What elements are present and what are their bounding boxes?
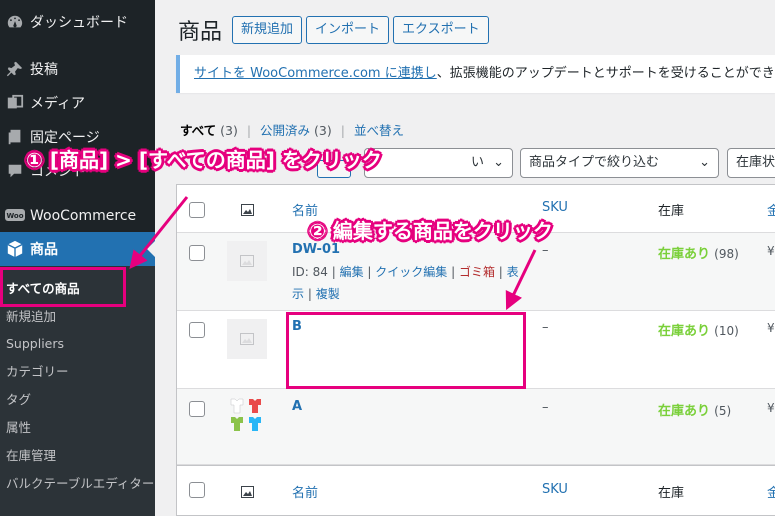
price-value: ¥ <box>767 321 775 335</box>
step2-callout: ② 編集する商品をクリック <box>309 219 553 243</box>
menu-dashboard-label: ダッシュボード <box>30 15 128 31</box>
import-button[interactable]: インポート <box>306 16 390 44</box>
image-placeholder-icon <box>240 333 254 345</box>
chevron-down-icon: ⌄ <box>699 155 710 170</box>
submenu-categories[interactable]: カテゴリー <box>6 361 69 383</box>
category-select[interactable]: い ⌄ <box>364 148 513 178</box>
cube-icon <box>0 240 30 258</box>
svg-text:Woo: Woo <box>6 212 23 220</box>
menu-media-label: メディア <box>30 96 86 112</box>
image-column-icon <box>241 483 254 502</box>
product-type-select[interactable]: 商品タイプで絞り込む ⌄ <box>520 148 719 178</box>
product-name-link[interactable]: DW-01 <box>292 242 340 257</box>
stock-qty: (98) <box>714 247 739 261</box>
stock-status: 在庫あり (98) <box>658 243 739 262</box>
table-row: DW-01 ID: 84 | 編集 | クイック編集 | ゴミ箱 | 表示 | … <box>177 233 775 311</box>
woocommerce-icon: Woo <box>0 208 30 224</box>
chevron-down-icon: ⌄ <box>493 155 504 170</box>
trash-link[interactable]: ゴミ箱 <box>459 265 495 279</box>
export-button[interactable]: エクスポート <box>393 16 489 44</box>
step1-callout: ① [商品] > [すべての商品] をクリック <box>26 148 382 172</box>
image-column-icon <box>241 201 254 220</box>
stock-label: 在庫あり <box>658 404 711 419</box>
quick-edit-link[interactable]: クイック編集 <box>375 265 447 279</box>
price-value: ¥ <box>767 244 775 258</box>
stock-status-select-value: 在庫状 <box>736 155 775 170</box>
woocommerce-connect-notice: サイトを WooCommerce.com に連携し、拡張機能のアップデートとサポ… <box>176 55 775 93</box>
column-price[interactable]: 金 <box>767 200 775 219</box>
image-placeholder-icon <box>240 255 254 267</box>
menu-posts[interactable]: 投稿 <box>0 52 155 86</box>
product-name-link[interactable]: A <box>292 399 302 414</box>
sku-value: – <box>542 400 549 415</box>
table-row: A – 在庫あり (5) ¥ <box>177 389 775 465</box>
filter-all[interactable]: すべて <box>180 123 216 138</box>
stock-qty: (5) <box>714 404 732 418</box>
connect-woocommerce-link[interactable]: サイトを WooCommerce.com に連携し <box>194 66 437 81</box>
add-new-button[interactable]: 新規追加 <box>232 16 303 44</box>
submenu-tags[interactable]: タグ <box>6 389 31 411</box>
stock-label: 在庫あり <box>658 324 711 339</box>
submenu-suppliers[interactable]: Suppliers <box>6 333 64 355</box>
filter-published[interactable]: 公開済み <box>260 123 310 138</box>
column-price[interactable]: 金 <box>767 482 775 501</box>
notice-text: 、拡張機能のアップデートとサポートを受けることができます <box>436 66 775 81</box>
price-value: ¥ <box>767 401 775 415</box>
submenu-add-new[interactable]: 新規追加 <box>6 306 56 328</box>
filter-all-count: (3) <box>220 123 238 138</box>
stock-status-select[interactable]: 在庫状 <box>727 148 775 178</box>
stock-status: 在庫あり (5) <box>658 400 731 419</box>
media-icon <box>0 94 30 112</box>
select-all-checkbox[interactable] <box>189 482 205 498</box>
gauge-icon <box>0 13 30 31</box>
menu-dashboard[interactable]: ダッシュボード <box>0 5 155 39</box>
stock-qty: (10) <box>714 324 739 338</box>
column-sku[interactable]: SKU <box>542 482 568 497</box>
filter-published-count: (3) <box>314 123 332 138</box>
stock-label: 在庫あり <box>658 247 711 262</box>
admin-sidebar: ダッシュボード 投稿 メディア 固定ページ コメント Woo WooCommer… <box>0 0 155 516</box>
filter-separator: | <box>246 123 252 138</box>
highlight-all-products <box>0 267 126 307</box>
product-type-select-value: 商品タイプで絞り込む <box>529 155 660 170</box>
filter-sort[interactable]: 並べ替え <box>354 123 404 138</box>
edit-link[interactable]: 編集 <box>340 265 364 279</box>
column-stock: 在庫 <box>658 204 685 219</box>
row-checkbox[interactable] <box>189 322 205 338</box>
pin-icon <box>0 60 30 78</box>
row-actions: ID: 84 | 編集 | クイック編集 | ゴミ箱 | 表示 | 複製 <box>292 265 519 301</box>
product-thumbnail[interactable] <box>227 241 267 281</box>
filter-separator: | <box>340 123 345 138</box>
menu-products-label: 商品 <box>30 242 58 258</box>
menu-products[interactable]: 商品 <box>0 232 155 266</box>
select-all-checkbox[interactable] <box>189 202 205 218</box>
row-checkbox[interactable] <box>189 401 205 417</box>
category-select-value: い <box>470 155 484 170</box>
menu-posts-label: 投稿 <box>30 62 58 78</box>
column-stock: 在庫 <box>658 486 685 501</box>
column-sku[interactable]: SKU <box>542 200 568 215</box>
status-filter-links: すべて (3) | 公開済み (3) | 並べ替え <box>180 120 404 139</box>
menu-media[interactable]: メディア <box>0 86 155 120</box>
product-id: ID: 84 <box>292 265 328 279</box>
menu-woocommerce[interactable]: Woo WooCommerce <box>0 199 155 233</box>
submenu-stock-management[interactable]: 在庫管理 <box>6 445 56 467</box>
submenu-attributes[interactable]: 属性 <box>6 417 31 439</box>
row-checkbox[interactable] <box>189 245 205 261</box>
highlight-product-b <box>286 312 526 389</box>
product-thumbnail[interactable] <box>227 319 267 359</box>
page-title: 商品 <box>178 20 223 45</box>
column-name[interactable]: 名前 <box>292 482 318 501</box>
tshirt-thumbnail[interactable] <box>227 395 267 435</box>
menu-woocommerce-label: WooCommerce <box>30 208 137 224</box>
submenu-bulk-table-editor[interactable]: バルクテーブルエディター <box>6 473 154 495</box>
sku-value: – <box>542 320 549 335</box>
table-footer-row: 名前 SKU 在庫 金 <box>177 465 775 516</box>
stock-status: 在庫あり (10) <box>658 320 739 339</box>
duplicate-link[interactable]: 複製 <box>316 287 340 301</box>
sku-value: – <box>542 243 549 258</box>
